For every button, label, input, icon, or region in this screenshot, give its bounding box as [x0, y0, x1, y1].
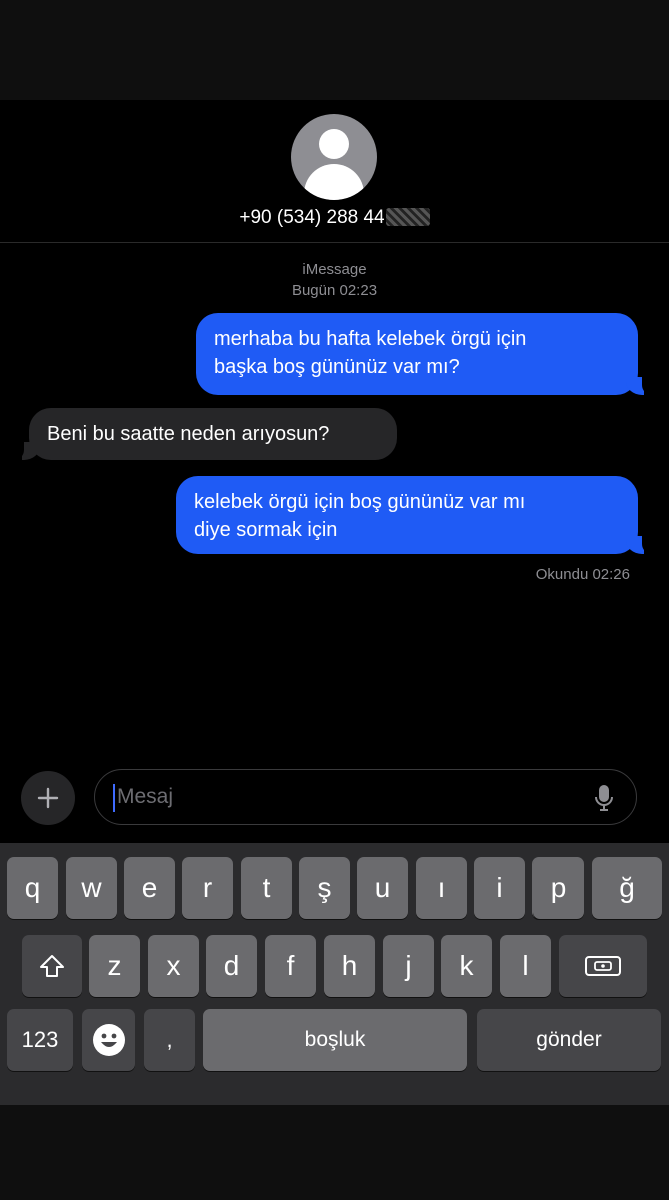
conversation-header[interactable]: +90 (534) 288 44	[0, 100, 669, 243]
keyboard-switch-icon	[585, 956, 621, 976]
key-d[interactable]: d	[206, 935, 257, 997]
service-label: iMessage	[302, 261, 367, 278]
emoji-icon	[92, 1024, 125, 1056]
key-g-breve[interactable]: ğ	[592, 857, 662, 919]
key-i[interactable]: i	[474, 857, 525, 919]
space-key[interactable]: boşluk	[203, 1009, 467, 1071]
avatar[interactable]	[291, 114, 377, 200]
key-r[interactable]: r	[182, 857, 233, 919]
message-bubble-outgoing[interactable]: kelebek örgü için boş gününüz var mı diy…	[176, 476, 638, 554]
key-t[interactable]: t	[241, 857, 292, 919]
keyboard-switch-key[interactable]	[559, 935, 647, 997]
bubble-tail	[626, 536, 654, 554]
add-attachment-button[interactable]	[21, 771, 75, 825]
bubble-tail	[12, 442, 40, 460]
message-line: merhaba bu hafta kelebek örgü için	[214, 328, 527, 350]
keyboard: q w e r t ş u ı i ç p ğ z x d f h j k l …	[0, 843, 669, 1105]
comma-key[interactable]: ,	[144, 1009, 195, 1071]
key-l[interactable]: l	[500, 935, 551, 997]
message-bubble-outgoing[interactable]: merhaba bu hafta kelebek örgü için başka…	[196, 313, 638, 395]
home-indicator-area	[0, 1105, 669, 1200]
message-line: kelebek örgü için boş gününüz var mı	[194, 491, 526, 513]
message-line: başka boş gününüz var mı?	[214, 356, 460, 378]
key-q[interactable]: q	[7, 857, 58, 919]
read-receipt: Okundu 02:26	[535, 566, 630, 583]
shift-key[interactable]	[22, 935, 82, 997]
avatar-body-icon	[304, 164, 364, 200]
message-line: diye sormak için	[194, 519, 338, 541]
conversation-timestamp: Bugün 02:23	[291, 282, 378, 299]
bubble-tail	[626, 377, 654, 395]
key-x[interactable]: x	[148, 935, 199, 997]
message-line: Beni bu saatte neden arıyosun?	[47, 423, 330, 445]
key-f[interactable]: f	[265, 935, 316, 997]
microphone-icon[interactable]	[594, 784, 614, 812]
text-caret	[113, 784, 115, 812]
plus-icon	[37, 787, 59, 809]
emoji-key[interactable]	[82, 1009, 135, 1071]
status-bar-area	[0, 0, 669, 100]
key-dotless-i[interactable]: ı	[416, 857, 467, 919]
message-input-field[interactable]	[94, 769, 637, 825]
send-key[interactable]: gönder	[477, 1009, 661, 1071]
message-bubble-incoming[interactable]: Beni bu saatte neden arıyosun?	[29, 408, 397, 460]
key-j[interactable]: j	[383, 935, 434, 997]
redaction-scribble	[385, 208, 430, 226]
key-u[interactable]: u	[357, 857, 408, 919]
shift-icon	[40, 955, 64, 977]
key-k[interactable]: k	[441, 935, 492, 997]
numbers-key[interactable]: 123	[7, 1009, 73, 1071]
message-input[interactable]	[117, 770, 577, 824]
key-z[interactable]: z	[89, 935, 140, 997]
key-s-cedilla[interactable]: ş	[299, 857, 350, 919]
key-e[interactable]: e	[124, 857, 175, 919]
contact-number: +90 (534) 288 44	[239, 207, 385, 228]
key-w[interactable]: w	[66, 857, 117, 919]
avatar-head-icon	[319, 129, 349, 159]
contact-name[interactable]: +90 (534) 288 44	[0, 207, 669, 229]
key-p[interactable]: p	[533, 857, 584, 919]
key-h[interactable]: h	[324, 935, 375, 997]
